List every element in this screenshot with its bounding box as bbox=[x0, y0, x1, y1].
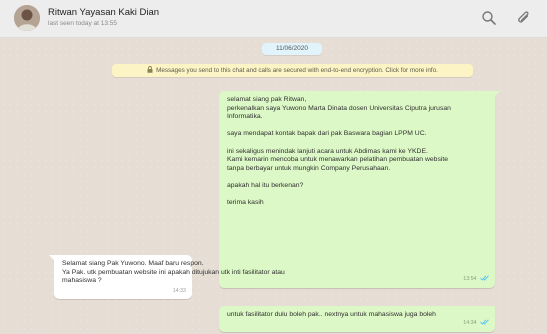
message-line: Kami kemarin mencoba untuk menawarkan pe… bbox=[227, 156, 449, 164]
date-separator: 11/06/2020 bbox=[262, 43, 322, 55]
contact-avatar[interactable] bbox=[14, 5, 40, 31]
bubble-tail bbox=[49, 255, 55, 261]
outgoing-message[interactable]: untuk fasilitator dulu boleh pak.. nextn… bbox=[219, 306, 495, 332]
message-meta: 13:54 bbox=[463, 275, 489, 285]
message-line: mahasiswa ? bbox=[62, 277, 102, 285]
message-line: ini sekaligus menindak lanjuti acara unt… bbox=[227, 147, 428, 155]
message-line: tanpa berbayar untuk mungkin Company Per… bbox=[227, 164, 391, 172]
chat-header: Ritwan Yayasan Kaki Dian last seen today… bbox=[0, 0, 547, 38]
incoming-message[interactable]: Selamat siang Pak Yuwono. Maaf baru resp… bbox=[49, 255, 285, 299]
message-line: saya mendapat kontak bapak dari pak Basw… bbox=[227, 130, 427, 138]
paperclip-icon[interactable] bbox=[516, 10, 532, 26]
message-line: untuk fasilitator dulu boleh pak.. nextn… bbox=[227, 311, 436, 318]
message-line: selamat siang pak Ritwan, bbox=[227, 96, 307, 103]
encryption-notice-text: Messages you send to this chat and calls… bbox=[156, 67, 438, 74]
encryption-notice[interactable]: Messages you send to this chat and calls… bbox=[112, 64, 473, 77]
read-receipt-icon bbox=[480, 319, 489, 329]
message-meta: 14:34 bbox=[463, 319, 489, 329]
message-line: apakah hal itu berkenan? bbox=[227, 181, 304, 189]
last-seen-status: last seen today at 13:55 bbox=[48, 20, 118, 27]
search-icon[interactable] bbox=[481, 10, 497, 26]
message-line: terima kasih bbox=[227, 199, 264, 207]
outgoing-message[interactable]: selamat siang pak Ritwan, perkenalkan sa… bbox=[219, 91, 500, 288]
bubble-tail bbox=[494, 91, 500, 97]
message-time: 14:33 bbox=[172, 288, 186, 295]
message-line: perkenalkan saya Yuwono Marta Dinata dos… bbox=[227, 104, 451, 112]
message-pane[interactable]: 11/06/2020 Messages you send to this cha… bbox=[0, 38, 547, 334]
message-line: Informatika. bbox=[227, 113, 263, 121]
message-line: Selamat siang Pak Yuwono. Maaf baru resp… bbox=[62, 260, 204, 267]
message-line: Ya Pak. utk pembuatan website ini apakah… bbox=[62, 268, 285, 276]
contact-name[interactable]: Ritwan Yayasan Kaki Dian bbox=[48, 7, 159, 18]
read-receipt-icon bbox=[480, 275, 489, 285]
message-time: 13:54 bbox=[463, 276, 477, 283]
lock-icon bbox=[147, 65, 153, 78]
message-time: 14:34 bbox=[463, 320, 477, 327]
